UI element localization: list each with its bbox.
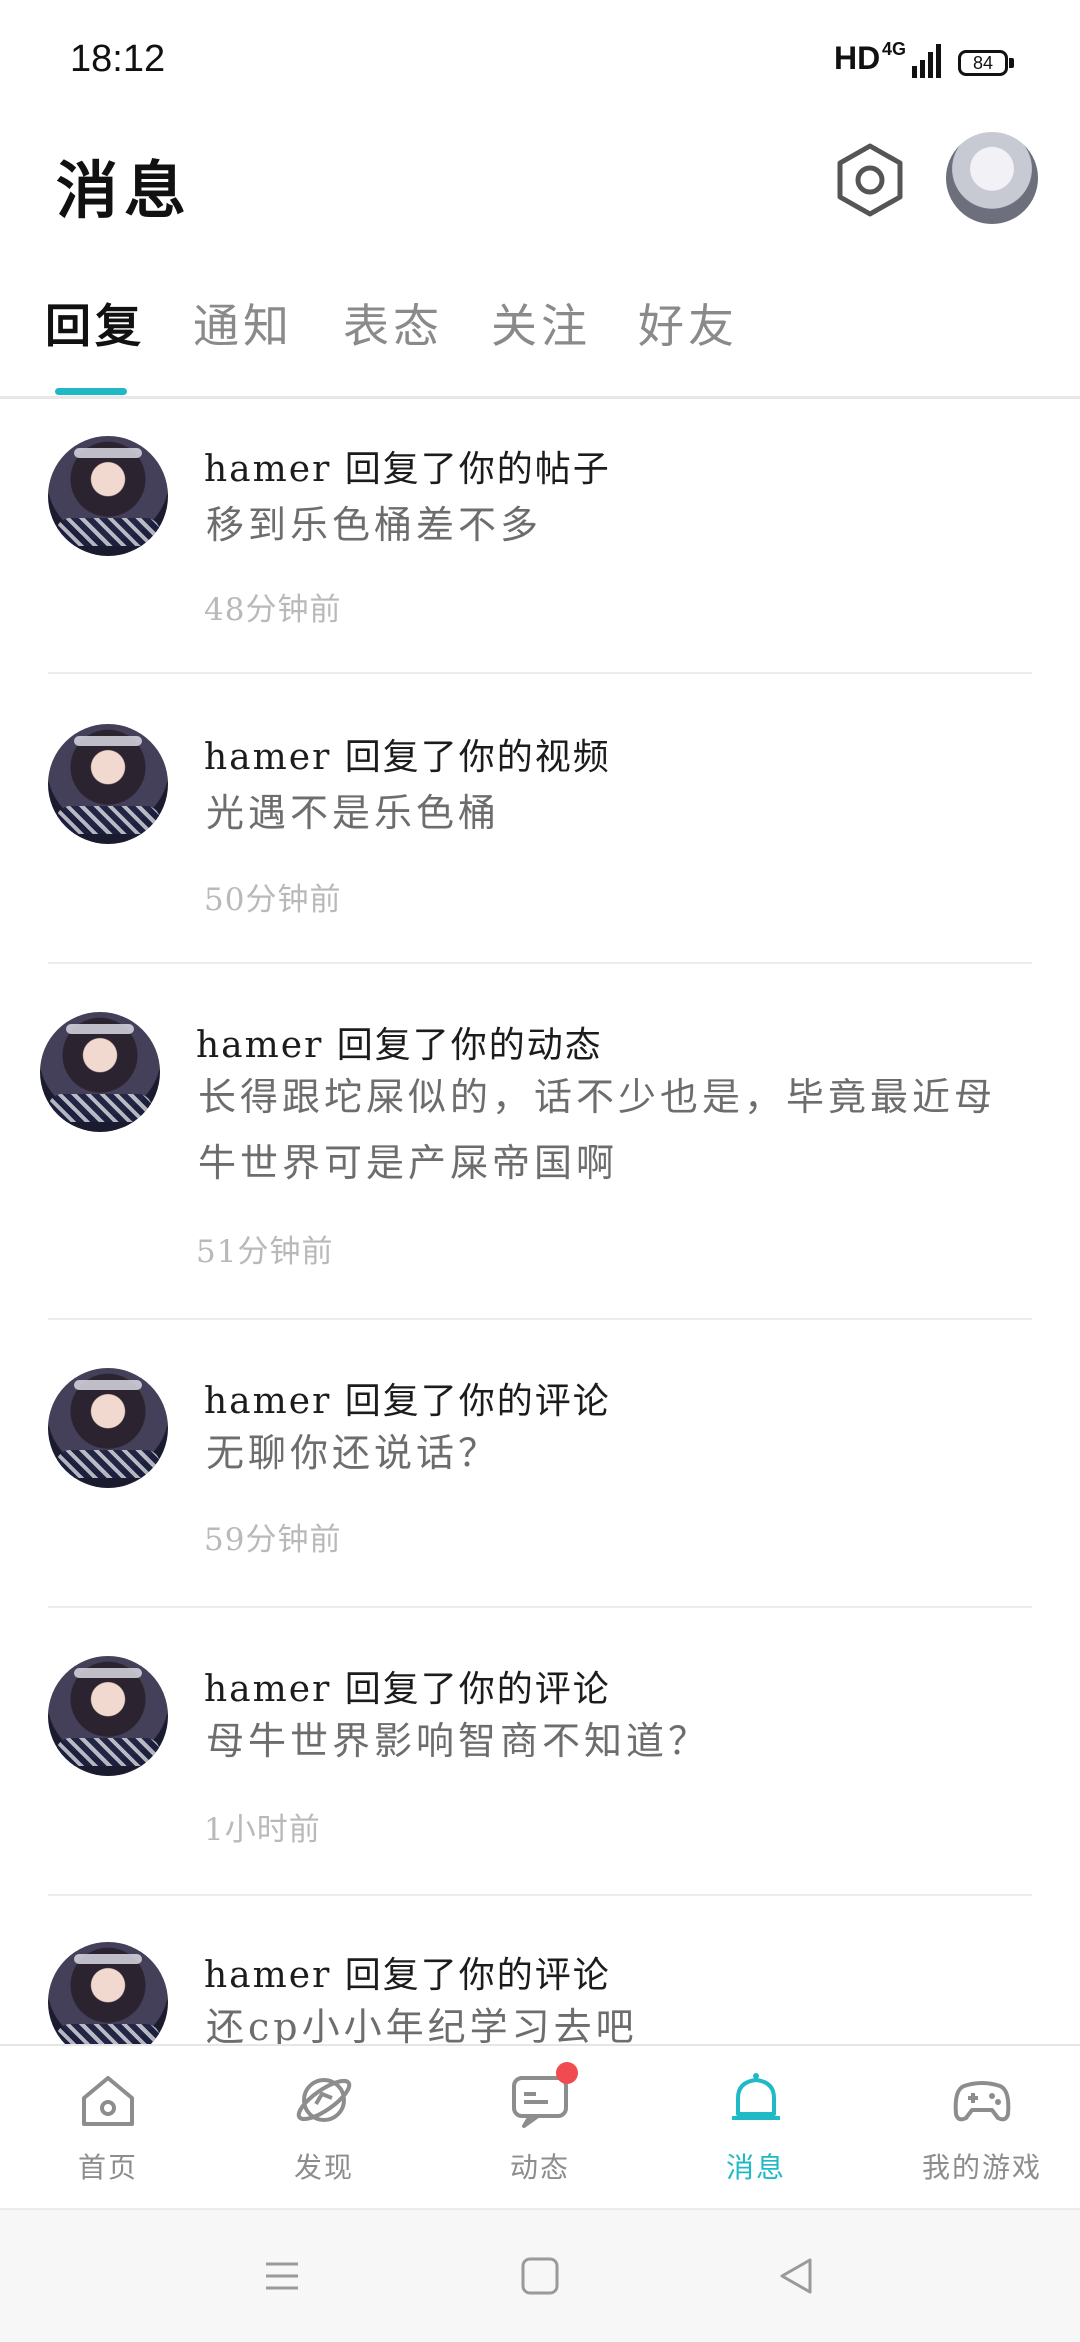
bell-icon bbox=[724, 2068, 788, 2132]
avatar[interactable] bbox=[48, 436, 168, 556]
signal-bars-icon bbox=[912, 44, 941, 78]
list-item[interactable]: hamer 回复了你的帖子 移到乐色桶差不多 48分钟前 bbox=[0, 400, 1080, 676]
nav-label: 首页 bbox=[77, 2151, 138, 2184]
avatar[interactable] bbox=[40, 1012, 160, 1132]
message-body: 母牛世界影响智商不知道？ bbox=[206, 1719, 711, 1763]
avatar[interactable] bbox=[48, 1368, 168, 1488]
message-body: 移到乐色桶差不多 bbox=[206, 503, 543, 547]
message-title: hamer 回复了你的动态 bbox=[196, 1025, 603, 1066]
tab-follows[interactable]: 关注 bbox=[491, 290, 591, 356]
message-title: hamer 回复了你的评论 bbox=[204, 1955, 611, 1996]
notification-badge bbox=[556, 2062, 578, 2084]
divider bbox=[48, 672, 1032, 674]
nav-discover[interactable]: 发现 bbox=[264, 2068, 384, 2186]
tab-bar: 回复 通知 表态 关注 好友 bbox=[0, 290, 1080, 398]
avatar[interactable] bbox=[48, 1656, 168, 1776]
nav-home[interactable]: 首页 bbox=[48, 2068, 168, 2186]
menu-icon[interactable] bbox=[262, 2256, 302, 2296]
status-bar: 18:12 HD 4G 84 bbox=[0, 0, 1080, 120]
home-button-icon[interactable] bbox=[520, 2256, 560, 2296]
nav-feed[interactable]: 动态 bbox=[480, 2062, 600, 2186]
list-item[interactable]: hamer 回复了你的动态 长得跟坨屎似的，话不少也是，毕竟最近母牛世界可是产屎… bbox=[0, 964, 1080, 1320]
signal-label: 4G bbox=[882, 39, 907, 59]
message-time: 1小时前 bbox=[204, 1812, 321, 1848]
message-body: 长得跟坨屎似的，话不少也是，毕竟最近母牛世界可是产屎帝国啊 bbox=[198, 1075, 997, 1185]
message-time: 48分钟前 bbox=[204, 592, 342, 628]
nav-my-games[interactable]: 我的游戏 bbox=[912, 2068, 1052, 2186]
tabs-divider bbox=[0, 396, 1080, 399]
user-avatar[interactable] bbox=[946, 132, 1038, 224]
message-title: hamer 回复了你的评论 bbox=[204, 1381, 611, 1422]
message-body: 无聊你还说话？ bbox=[206, 1431, 501, 1475]
home-icon bbox=[76, 2068, 140, 2132]
avatar[interactable] bbox=[48, 1942, 168, 2044]
status-time: 18:12 bbox=[70, 38, 166, 80]
message-time: 51分钟前 bbox=[196, 1234, 334, 1270]
back-icon[interactable] bbox=[776, 2256, 816, 2296]
avatar[interactable] bbox=[48, 724, 168, 844]
list-item[interactable]: hamer 回复了你的评论 母牛世界影响智商不知道？ 1小时前 bbox=[0, 1608, 1080, 1896]
settings-button[interactable] bbox=[830, 140, 910, 220]
list-item[interactable]: hamer 回复了你的评论 无聊你还说话？ 59分钟前 bbox=[0, 1320, 1080, 1608]
gamepad-icon bbox=[950, 2068, 1014, 2132]
page-title: 消息 bbox=[56, 154, 193, 227]
tab-replies[interactable]: 回复 bbox=[45, 290, 145, 356]
nav-label: 发现 bbox=[293, 2151, 354, 2184]
list-item[interactable]: hamer 回复了你的评论 还cp小小年纪学习去吧 bbox=[0, 1896, 1080, 2044]
battery-cap bbox=[1009, 58, 1014, 68]
tab-notifications[interactable]: 通知 bbox=[193, 290, 293, 356]
nav-label: 动态 bbox=[509, 2151, 570, 2184]
tab-reactions[interactable]: 表态 bbox=[343, 290, 443, 356]
battery-indicator: 84 bbox=[958, 50, 1008, 76]
gear-icon bbox=[837, 143, 903, 217]
network-type: HD bbox=[834, 40, 881, 76]
nav-label: 消息 bbox=[725, 2151, 786, 2184]
message-title: hamer 回复了你的帖子 bbox=[204, 449, 611, 490]
message-time: 50分钟前 bbox=[204, 882, 342, 918]
bottom-nav: 首页 发现 动态 消息 我的游戏 bbox=[0, 2044, 1080, 2208]
nav-label: 我的游戏 bbox=[921, 2151, 1042, 2184]
list-item[interactable]: hamer 回复了你的视频 光遇不是乐色桶 50分钟前 bbox=[0, 676, 1080, 964]
active-tab-indicator bbox=[55, 388, 127, 395]
message-time: 59分钟前 bbox=[204, 1522, 342, 1558]
message-title: hamer 回复了你的视频 bbox=[204, 737, 611, 778]
message-body: 光遇不是乐色桶 bbox=[206, 791, 501, 835]
planet-icon bbox=[292, 2068, 356, 2132]
message-title: hamer 回复了你的评论 bbox=[204, 1669, 611, 1710]
message-body: 还cp小小年纪学习去吧 bbox=[206, 2005, 638, 2044]
chat-icon bbox=[508, 2062, 578, 2132]
nav-messages[interactable]: 消息 bbox=[696, 2068, 816, 2186]
tab-friends[interactable]: 好友 bbox=[638, 290, 738, 356]
system-nav-bar bbox=[0, 2208, 1080, 2342]
